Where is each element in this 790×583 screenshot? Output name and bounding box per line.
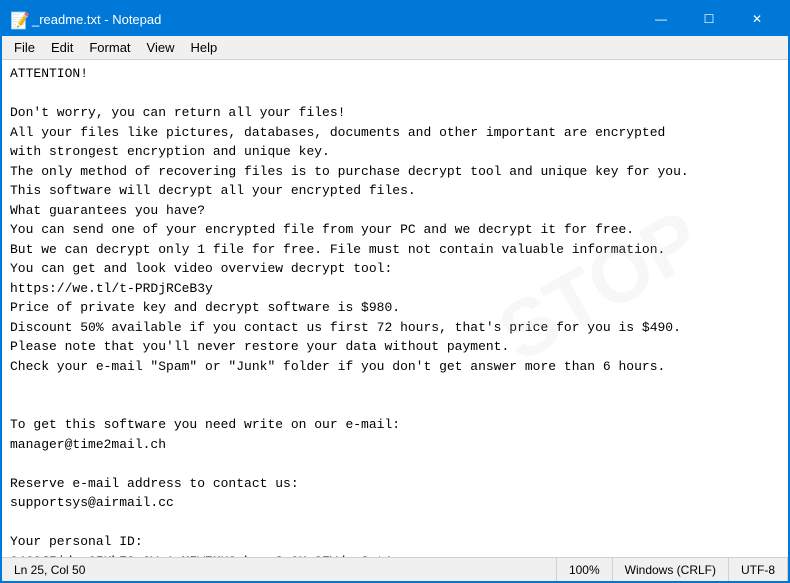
menu-help[interactable]: Help — [182, 38, 225, 57]
status-cursor-position: Ln 25, Col 50 — [2, 558, 557, 581]
app-icon: 📝 — [10, 11, 26, 27]
status-zoom: 100% — [557, 558, 613, 581]
menu-bar: File Edit Format View Help — [2, 36, 788, 60]
maximize-button[interactable]: ☐ — [686, 8, 732, 30]
status-bar: Ln 25, Col 50 100% Windows (CRLF) UTF-8 — [2, 557, 788, 581]
title-bar: 📝 _readme.txt - Notepad — ☐ ✕ — [2, 2, 788, 36]
window-controls: — ☐ ✕ — [638, 8, 780, 30]
text-editor-area[interactable]: STOP ATTENTION! Don't worry, you can ret… — [2, 60, 788, 557]
window-title: _readme.txt - Notepad — [32, 12, 638, 27]
menu-view[interactable]: View — [139, 38, 183, 57]
status-line-endings: Windows (CRLF) — [613, 558, 729, 581]
file-content[interactable]: ATTENTION! Don't worry, you can return a… — [10, 64, 780, 557]
close-button[interactable]: ✕ — [734, 8, 780, 30]
notepad-window: 📝 _readme.txt - Notepad — ☐ ✕ File Edit … — [0, 0, 790, 583]
menu-format[interactable]: Format — [81, 38, 138, 57]
menu-file[interactable]: File — [6, 38, 43, 57]
menu-edit[interactable]: Edit — [43, 38, 81, 57]
status-encoding: UTF-8 — [729, 558, 788, 581]
minimize-button[interactable]: — — [638, 8, 684, 30]
